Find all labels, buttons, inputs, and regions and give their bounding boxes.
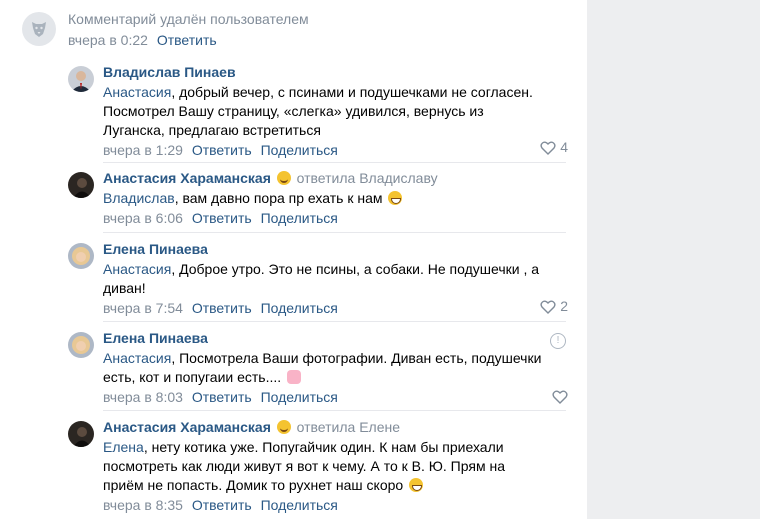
report-icon[interactable]: ! [550, 333, 566, 349]
like-count: 2 [560, 298, 568, 314]
right-sidebar-panel [587, 0, 760, 519]
author-name[interactable]: Елена Пинаева [103, 241, 208, 257]
like-button[interactable]: 2 [540, 298, 568, 314]
share-button[interactable]: Поделиться [261, 142, 338, 158]
avatar[interactable] [68, 243, 94, 269]
heart-icon [552, 390, 568, 404]
share-button[interactable]: Поделиться [261, 389, 338, 405]
divider [103, 232, 566, 233]
like-count: 4 [560, 139, 568, 155]
deleted-user-avatar [22, 12, 56, 46]
reply-button[interactable]: Ответить [192, 389, 252, 405]
mention-link[interactable]: Владислав [103, 190, 175, 206]
comment-text-line: , добрый вечер, с псинами и подушечками … [171, 84, 533, 100]
comment-text: Анастасия, добрый вечер, с псинами и под… [103, 83, 563, 140]
share-button[interactable]: Поделиться [261, 300, 338, 316]
comment-text: Владислав, вам давно пора пр ехать к нам [103, 189, 563, 208]
comment-text-line: , Доброе утро. Это не псины, а собаки. Н… [171, 261, 540, 277]
comment-meta: вчера в 8:35 Ответить Поделиться [103, 496, 563, 515]
person-emoji [287, 370, 302, 384]
grin-emoji [409, 478, 424, 492]
smile-emoji [276, 171, 291, 185]
mention-link[interactable]: Анастасия [103, 261, 171, 277]
comment-text-line: есть, кот и попугаии есть.... [103, 369, 282, 385]
comment-text-line: Луганска, предлагаю встретиться [103, 122, 321, 138]
author-line: Владислав Пинаев [103, 63, 563, 82]
comment-meta: вчера в 6:06 Ответить Поделиться [103, 209, 563, 228]
avatar[interactable] [68, 172, 94, 198]
divider [103, 162, 566, 163]
reply-button[interactable]: Ответить [192, 142, 252, 158]
comment-body: Анастасия Хараманская ответила Елене Еле… [103, 418, 563, 515]
avatar[interactable] [68, 66, 94, 92]
comment-text-line: , вам давно пора пр ехать к нам [174, 190, 383, 206]
author-line: Анастасия Хараманская ответила Владислав… [103, 169, 563, 188]
grin-emoji [388, 191, 403, 205]
like-button[interactable] [552, 388, 568, 404]
comment-body: Владислав Пинаев Анастасия, добрый вечер… [103, 63, 563, 160]
comment-text-line: , Посмотрела Ваши фотографии. Диван есть… [171, 350, 542, 366]
comment-text-line: приём не попасть. Домик то рухнет наш ск… [103, 477, 404, 493]
comment-body: Елена Пинаева Анастасия, Посмотрела Ваши… [103, 329, 563, 407]
mention-link[interactable]: Анастасия [103, 84, 171, 100]
comment-text: Елена, нету котика уже. Попугайчик один.… [103, 438, 563, 495]
author-line: Елена Пинаева [103, 240, 563, 259]
comment-time[interactable]: вчера в 6:06 [103, 210, 183, 226]
smile-emoji [276, 420, 291, 434]
reply-to-link[interactable]: ответила Владиславу [297, 170, 438, 186]
divider [103, 321, 566, 322]
reply-to-link[interactable]: ответила Елене [297, 419, 400, 435]
comment-time[interactable]: вчера в 8:03 [103, 389, 183, 405]
comment-text-line: посмотреть как люди живут я вот к чему. … [103, 458, 505, 474]
comment-text: Анастасия, Посмотрела Ваши фотографии. Д… [103, 349, 563, 387]
comment-time[interactable]: вчера в 8:35 [103, 497, 183, 513]
author-name[interactable]: Анастасия Хараманская [103, 170, 271, 186]
reply-button[interactable]: Ответить [157, 32, 217, 48]
comments-feed: Комментарий удалён пользователем вчера в… [0, 0, 587, 519]
author-name[interactable]: Анастасия Хараманская [103, 419, 271, 435]
share-button[interactable]: Поделиться [261, 497, 338, 513]
deleted-comment: Комментарий удалён пользователем вчера в… [22, 8, 582, 56]
author-line: Анастасия Хараманская ответила Елене [103, 418, 563, 437]
comment-time[interactable]: вчера в 1:29 [103, 142, 183, 158]
comment-time[interactable]: вчера в 7:54 [103, 300, 183, 316]
comment-meta: вчера в 1:29 Ответить Поделиться [103, 141, 563, 160]
comment-text-line: , нету котика уже. Попугайчик один. К на… [143, 439, 504, 455]
deleted-user-dog-icon [32, 22, 46, 37]
like-button[interactable]: 4 [540, 139, 568, 155]
comment-text-line: Посмотрел Вашу страницу, «слегка» удивил… [103, 103, 484, 119]
author-name[interactable]: Елена Пинаева [103, 330, 208, 346]
comment-time[interactable]: вчера в 0:22 [68, 32, 148, 48]
comment-meta: вчера в 8:03 Ответить Поделиться [103, 388, 563, 407]
comment-body: Елена Пинаева Анастасия, Доброе утро. Эт… [103, 240, 563, 318]
comment-text: Анастасия, Доброе утро. Это не псины, а … [103, 260, 563, 298]
comment-body: Анастасия Хараманская ответила Владислав… [103, 169, 563, 228]
comment-text-line: диван! [103, 280, 146, 296]
deleted-comment-text: Комментарий удалён пользователем [68, 11, 309, 27]
author-name[interactable]: Владислав Пинаев [103, 64, 236, 80]
author-line: Елена Пинаева [103, 329, 563, 348]
reply-button[interactable]: Ответить [192, 300, 252, 316]
deleted-comment-meta: вчера в 0:22 Ответить [68, 32, 217, 48]
avatar[interactable] [68, 332, 94, 358]
share-button[interactable]: Поделиться [261, 210, 338, 226]
reply-button[interactable]: Ответить [192, 210, 252, 226]
reply-button[interactable]: Ответить [192, 497, 252, 513]
divider [103, 410, 566, 411]
heart-icon [540, 141, 556, 155]
avatar[interactable] [68, 421, 94, 447]
mention-link[interactable]: Елена [103, 439, 144, 455]
mention-link[interactable]: Анастасия [103, 350, 171, 366]
comment-meta: вчера в 7:54 Ответить Поделиться [103, 299, 563, 318]
heart-icon [540, 300, 556, 314]
